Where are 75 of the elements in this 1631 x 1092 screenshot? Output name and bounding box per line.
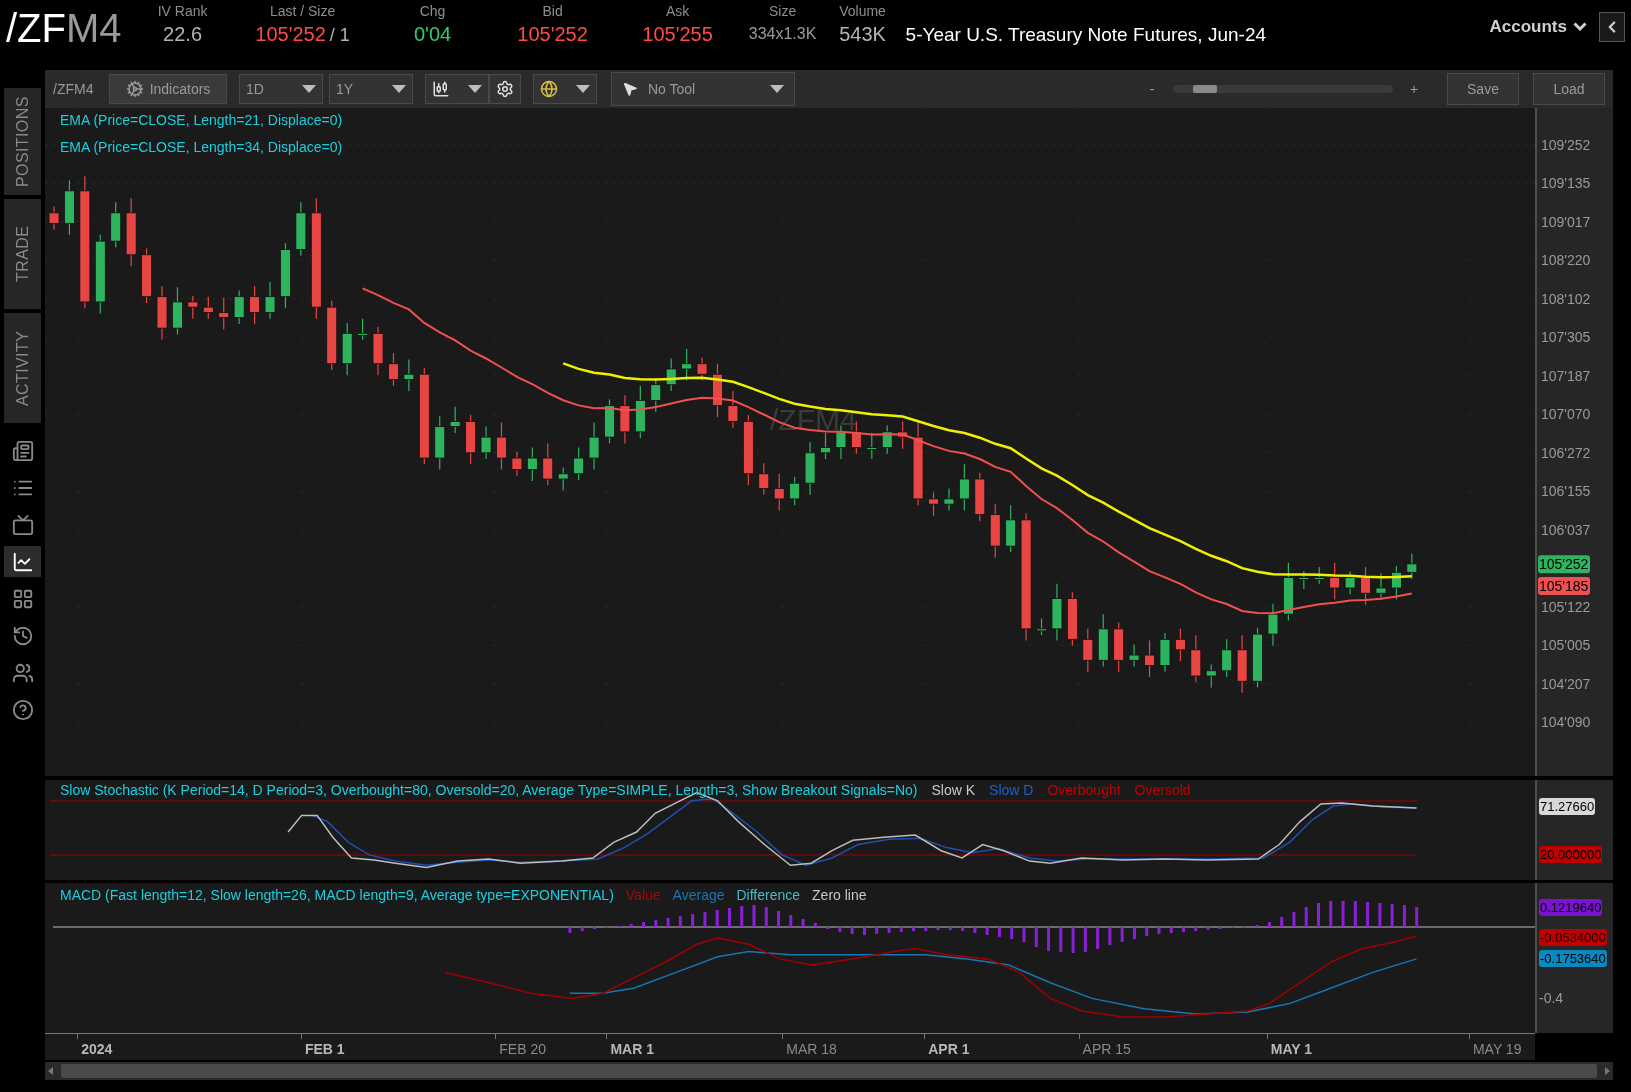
stat-label: Chg <box>419 2 446 20</box>
price-axis-label: 109'017 <box>1541 213 1591 230</box>
stochastic-legend: Slow Stochastic (K Period=14, D Period=3, Overbought=80, Oversold=20, Average Type=SIMPLE, Length=3, Show Breakout Signals=No) <box>60 782 918 798</box>
stat-label: IV Rank <box>157 2 208 20</box>
series-label: Zero line <box>812 886 867 905</box>
zoom-in-button[interactable]: + <box>1407 78 1421 100</box>
stat-value: 105'252 <box>255 22 326 47</box>
stat-size: / 1 <box>329 24 350 47</box>
price-axis-label: 104'090 <box>1541 714 1591 731</box>
indicators-button[interactable]: Indicators <box>109 74 227 104</box>
date-axis-label: MAY 19 <box>1472 1040 1522 1059</box>
period-dropdown[interactable]: 1Y <box>329 74 413 104</box>
value-tag: 0.1219640 <box>1539 899 1603 916</box>
value-tag: 20.000000 <box>1539 846 1603 863</box>
side-tab[interactable]: POSITIONS <box>4 88 41 195</box>
accounts-button[interactable]: Accounts <box>1489 14 1587 40</box>
stat-label: Last / Size <box>269 2 336 20</box>
stat-value: 22.6 <box>163 22 203 47</box>
value-tag: -0.1753640 <box>1539 950 1607 967</box>
indicator-legend: EMA (Price=CLOSE, Length=21, Displace=0) <box>60 110 343 131</box>
stat-label: Bid <box>542 2 563 20</box>
price-tag: 105'252 <box>1538 555 1590 574</box>
series-label: Difference <box>736 886 801 905</box>
date-axis-label: MAR 18 <box>786 1040 837 1059</box>
stat-value: 543K <box>839 22 886 47</box>
series-label: Slow D <box>989 782 1034 798</box>
series-label: Overbought <box>1047 782 1121 798</box>
symbol-root: /ZF <box>6 6 66 50</box>
stat-label: Ask <box>665 2 690 20</box>
price-axis-label: 107'305 <box>1541 329 1591 346</box>
date-axis-label: MAY 1 <box>1270 1040 1313 1059</box>
price-axis-label: 107'070 <box>1541 406 1591 423</box>
series-label: Average <box>672 886 725 905</box>
macd-legend: MACD (Fast length=12, Slow length=26, MACD length=9, Average type=EXPONENTIAL) <box>60 885 614 906</box>
stat-label: Volume <box>839 2 886 20</box>
side-tab[interactable]: ACTIVITY <box>4 313 41 423</box>
stat-label: Size <box>768 2 797 20</box>
price-axis-label: 104'207 <box>1541 675 1591 692</box>
stat-value: 0'04 <box>413 22 452 47</box>
series-label: Oversold <box>1134 782 1191 798</box>
stat-value: 105'255 <box>642 22 713 47</box>
value-tag: -0.0534000 <box>1539 929 1607 946</box>
indicator-legend: EMA (Price=CLOSE, Length=34, Displace=0) <box>60 137 343 158</box>
instrument-description: 5-Year U.S. Treasury Note Futures, Jun-24 <box>905 23 1267 47</box>
date-axis-label: MAR 1 <box>610 1040 654 1059</box>
series-label: Slow K <box>931 782 976 798</box>
toolbar-button[interactable]: Save <box>1447 73 1519 105</box>
price-axis-label: 106'155 <box>1541 483 1591 500</box>
date-axis-label: APR 15 <box>1082 1040 1131 1059</box>
drawing-tool-dropdown[interactable]: No Tool <box>611 72 795 106</box>
price-axis-label: 106'037 <box>1541 521 1591 538</box>
symbol-month: M4 <box>66 6 122 50</box>
toolbar-button[interactable]: Load <box>1533 73 1605 105</box>
zoom-out-button[interactable]: - <box>1145 78 1159 100</box>
stat-value: 105'252 <box>517 22 588 47</box>
price-axis-label: 106'272 <box>1541 444 1591 461</box>
price-axis-label: 108'220 <box>1541 252 1591 269</box>
value-tag: 71.27660 <box>1539 798 1596 815</box>
date-axis-label: 2024 <box>81 1040 113 1059</box>
price-axis-label: 108'102 <box>1541 290 1591 307</box>
price-tag: 105'185 <box>1538 577 1590 596</box>
date-axis-label: FEB 1 <box>304 1040 345 1059</box>
aggregation-dropdown[interactable]: 1D <box>239 74 323 104</box>
price-axis-label: 109'135 <box>1541 175 1591 192</box>
toolbar-symbol: /ZFM4 <box>53 79 95 99</box>
price-axis-label: 105'005 <box>1541 637 1591 654</box>
date-axis-label: FEB 20 <box>499 1040 546 1059</box>
series-label: Value <box>625 886 661 905</box>
date-axis-label: APR 1 <box>928 1040 970 1059</box>
price-axis-label: 107'187 <box>1541 367 1591 384</box>
price-axis-label: 109'252 <box>1541 137 1591 153</box>
macd-axis-label: -0.4 <box>1539 990 1564 1006</box>
stat-value: 334x1.3K <box>748 24 817 44</box>
side-tab[interactable]: TRADE <box>4 199 41 309</box>
price-axis-label: 105'122 <box>1541 598 1591 615</box>
